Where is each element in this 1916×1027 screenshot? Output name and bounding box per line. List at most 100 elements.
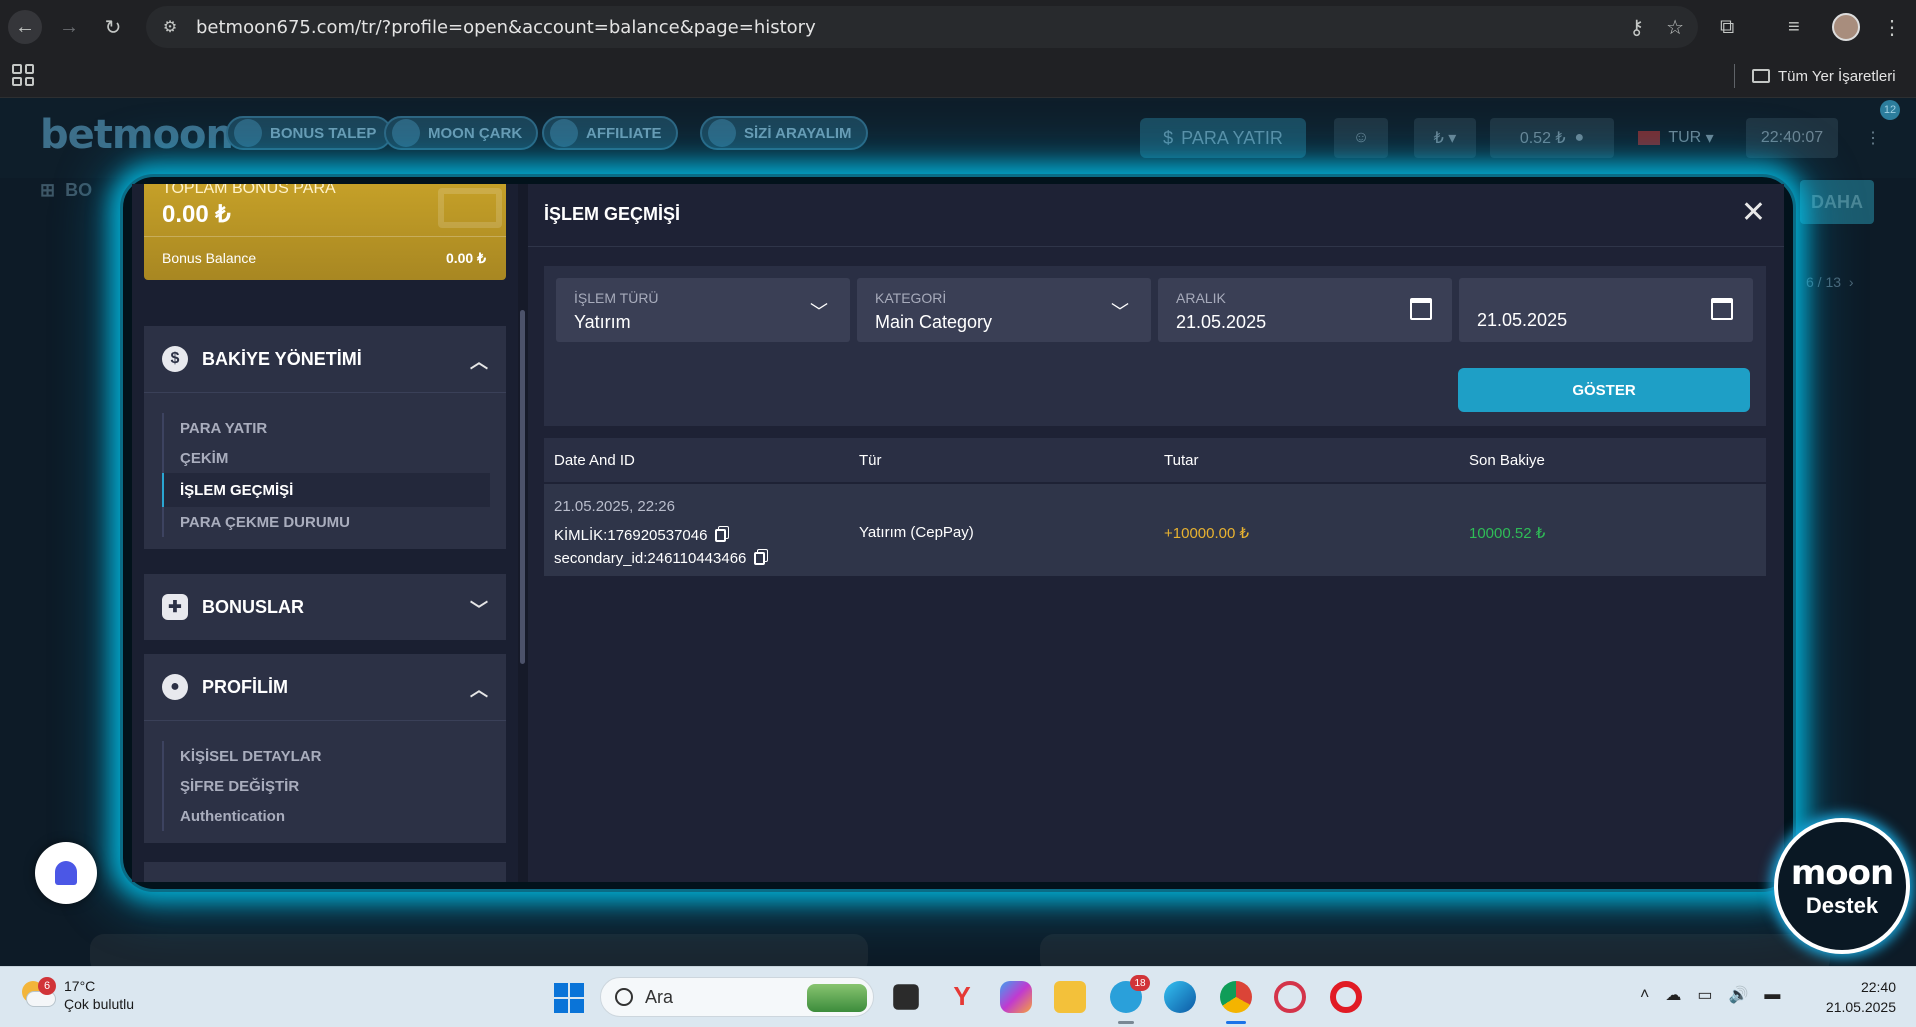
sidebar-item-withdraw[interactable]: ÇEKİM: [162, 443, 506, 473]
handshake-icon: [550, 119, 578, 147]
bonus-talep-pill[interactable]: BONUS TALEP: [226, 116, 393, 150]
url-text[interactable]: betmoon675.com/tr/?profile=open&account=…: [196, 17, 816, 38]
back-button[interactable]: ←: [8, 10, 42, 44]
field-value: Main Category: [875, 312, 993, 332]
transaction-amount: +10000.00 ₺: [1164, 525, 1250, 542]
all-bookmarks-button[interactable]: Tüm Yer İşaretleri: [1752, 64, 1896, 88]
address-bar[interactable]: ⚙ betmoon675.com/tr/?profile=open&accoun…: [146, 6, 1698, 48]
profile-avatar[interactable]: [1832, 10, 1860, 44]
weather-widget[interactable]: 6 17°C Çok bulutlu: [20, 977, 134, 1013]
sidebar-item-deposit[interactable]: PARA YATIR: [162, 413, 506, 443]
chevron-up-icon[interactable]: ︿: [470, 676, 488, 702]
opera-gx-icon[interactable]: [1274, 981, 1306, 1013]
opera-icon[interactable]: [1330, 981, 1362, 1013]
taskbar-search[interactable]: Ara: [600, 977, 874, 1017]
transaction-date: 21.05.2025, 22:26: [554, 498, 675, 515]
chrome-icon[interactable]: [1220, 981, 1252, 1013]
temperature: 17°C: [64, 978, 96, 994]
page-title: İŞLEM GEÇMİŞİ: [544, 204, 681, 224]
chevron-up-icon[interactable]: ︿: [470, 348, 488, 374]
field-value: 21.05.2025: [1477, 310, 1568, 330]
field-value: Yatırım: [574, 312, 631, 332]
chevron-right-icon[interactable]: ›: [1849, 274, 1854, 290]
sidebar-scroll-thumb[interactable]: [520, 310, 525, 664]
pill-label: AFFILIATE: [586, 124, 662, 142]
network-icon[interactable]: ▭: [1697, 985, 1712, 1005]
slider-pager[interactable]: 6 / 13 ›: [1806, 274, 1853, 290]
sidebar-item-withdraw-status[interactable]: PARA ÇEKME DURUMU: [162, 507, 506, 537]
history-table: Date And ID Tür Tutar Son Bakiye 21.05.2…: [544, 438, 1766, 576]
profile-header[interactable]: ● PROFİLİM ︿: [144, 654, 506, 720]
flag-icon: [1638, 131, 1661, 145]
copy-icon[interactable]: [754, 552, 766, 565]
onedrive-icon[interactable]: ☁: [1665, 985, 1681, 1005]
battery-icon[interactable]: ▬: [1764, 986, 1780, 1004]
reload-button[interactable]: ↻: [96, 10, 130, 44]
moon-cark-pill[interactable]: MOON ÇARK: [384, 116, 539, 150]
currency-dropdown[interactable]: ₺ ▾: [1414, 118, 1476, 158]
history-panel: İŞLEM GEÇMİŞİ ✕ İŞLEM TÜRÜ Yatırım ﹀ KAT…: [528, 184, 1784, 882]
header-deposit-button[interactable]: $ PARA YATIR: [1140, 118, 1306, 158]
table-row: 21.05.2025, 22:26 KİMLİK:176920537046 se…: [544, 484, 1766, 576]
user-avatar-icon: ●: [1574, 129, 1585, 146]
start-button[interactable]: [554, 983, 584, 1013]
chevron-up-icon[interactable]: ˄: [1640, 986, 1649, 1004]
sidebar-item-authentication[interactable]: Authentication: [162, 801, 506, 831]
copilot-icon[interactable]: [1000, 981, 1032, 1013]
bonus-balance-label: Bonus Balance: [162, 250, 257, 266]
chevron-down-icon[interactable]: ﹀: [470, 596, 488, 622]
category-select[interactable]: KATEGORİ Main Category ﹀: [857, 278, 1151, 342]
sidebar-item-history[interactable]: İŞLEM GEÇMİŞİ: [162, 473, 490, 507]
deposit-label: PARA YATIR: [1181, 127, 1283, 148]
bonuses-header[interactable]: ✚ BONUSLAR ﹀: [144, 574, 506, 640]
sidebar-item-personal-details[interactable]: KİŞİSEL DETAYLAR: [162, 741, 506, 771]
support-label: Destek: [1805, 893, 1879, 918]
notification-bell-button[interactable]: [35, 842, 97, 904]
more-button[interactable]: DAHA: [1800, 180, 1874, 224]
affiliate-pill[interactable]: AFFILIATE: [542, 116, 678, 150]
task-view-icon[interactable]: [893, 984, 919, 1010]
gift-icon: [234, 119, 262, 147]
user-support-icon[interactable]: ☺: [1334, 118, 1388, 158]
header-balance[interactable]: 0.52 ₺ ●: [1490, 118, 1614, 158]
volume-icon[interactable]: 🔊: [1728, 985, 1748, 1005]
bookmarks-bar: Tüm Yer İşaretleri: [0, 54, 1916, 98]
sidebar-item-change-password[interactable]: ŞİFRE DEĞİŞTİR: [162, 771, 506, 801]
sizi-arayalim-pill[interactable]: SİZİ ARAYALIM: [700, 116, 868, 150]
support-chat-button[interactable]: moon Destek: [1774, 818, 1910, 954]
edge-icon[interactable]: [1164, 981, 1196, 1013]
extensions-icon[interactable]: ⧉: [1720, 10, 1734, 44]
balance-management-header[interactable]: $ BAKİYE YÖNETİMİ ︿: [144, 326, 506, 392]
site-header: betmoon BONUS TALEP MOON ÇARK AFFILIATE …: [0, 98, 1916, 178]
media-control-icon[interactable]: ≡: [1788, 10, 1800, 44]
forward-button[interactable]: →: [52, 10, 86, 44]
all-bookmarks-label: Tüm Yer İşaretleri: [1778, 67, 1896, 85]
bonus-card-title: TOPLAM BONUS PARA: [162, 184, 336, 197]
date-range-start[interactable]: ARALIK 21.05.2025: [1158, 278, 1452, 342]
apps-grid-icon[interactable]: [12, 64, 34, 86]
show-button[interactable]: GÖSTER: [1458, 368, 1750, 412]
site-logo[interactable]: betmoon: [40, 112, 234, 158]
calendar-icon[interactable]: [1711, 298, 1733, 320]
bookmarks-separator: [1734, 64, 1735, 88]
site-subnav[interactable]: ⊞ BO: [40, 180, 92, 201]
site-menu-icon[interactable]: ⋮: [1858, 118, 1888, 158]
yandex-browser-icon[interactable]: Y: [946, 981, 978, 1013]
id-text: KİMLİK:176920537046: [554, 527, 708, 544]
password-key-icon[interactable]: ⚷: [1629, 15, 1644, 40]
search-highlight-image: [807, 984, 867, 1012]
calendar-icon[interactable]: [1410, 298, 1432, 320]
language-dropdown[interactable]: TUR ▾: [1628, 118, 1724, 158]
browser-menu-icon[interactable]: ⋮: [1882, 10, 1902, 44]
site-info-icon[interactable]: ⚙: [156, 13, 184, 41]
close-icon[interactable]: ✕: [1741, 198, 1766, 228]
gift-box-icon: ✚: [162, 594, 188, 620]
file-explorer-icon[interactable]: [1054, 981, 1086, 1013]
date-range-end[interactable]: 21.05.2025: [1459, 278, 1753, 342]
gift-icon: ⊞: [40, 180, 56, 200]
bookmark-star-icon[interactable]: ☆: [1666, 15, 1684, 40]
copy-icon[interactable]: [715, 529, 727, 542]
transaction-type-select[interactable]: İŞLEM TÜRÜ Yatırım ﹀: [556, 278, 850, 342]
taskbar-clock[interactable]: 22:40 21.05.2025: [1826, 977, 1896, 1017]
weather-cloud-sun-icon: 6: [20, 977, 56, 1009]
